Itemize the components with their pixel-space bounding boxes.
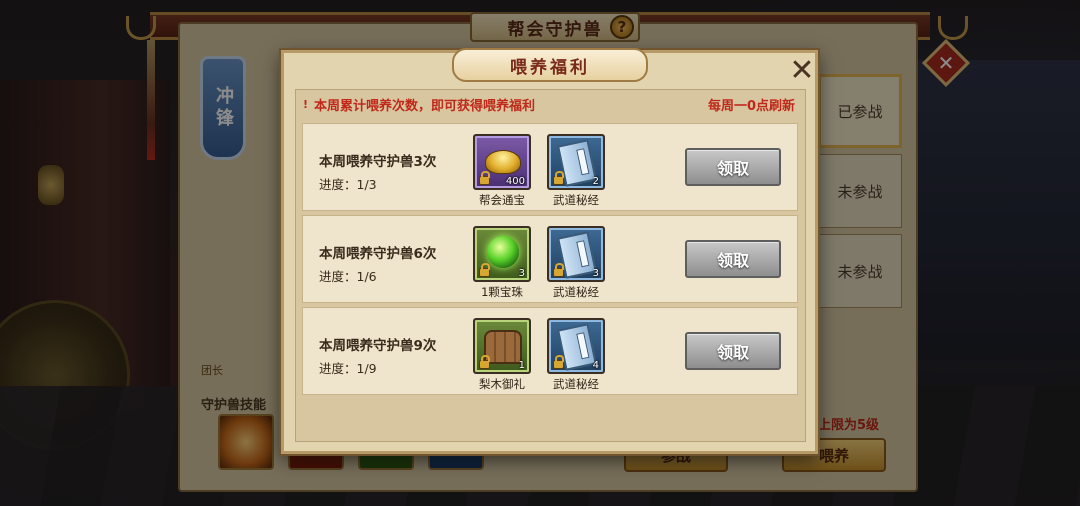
item-count: 3 — [592, 268, 599, 279]
item-count: 2 — [592, 176, 599, 187]
lock-icon — [479, 263, 490, 277]
lock-icon — [479, 171, 490, 185]
reward-goal: 本周喂养守护兽6次 — [319, 246, 437, 262]
item-name: 武道秘经 — [553, 377, 599, 391]
warning-icon: ! — [303, 98, 309, 111]
gold-ingot-art — [485, 150, 521, 174]
claim-button[interactable]: 领取 — [685, 240, 781, 278]
gold-ingot-icon[interactable]: 400 — [473, 134, 531, 190]
reward-row: 本周喂养守护兽3次 进度：1/3 400 帮会通宝 2 武道秘经 领取 — [302, 123, 798, 211]
item-count: 3 — [518, 268, 525, 279]
item-count: 4 — [592, 360, 599, 371]
reward-goal: 本周喂养守护兽9次 — [319, 338, 437, 354]
lock-icon — [479, 355, 490, 369]
close-icon[interactable]: ✕ — [786, 53, 818, 88]
item-name: 武道秘经 — [553, 285, 599, 299]
lock-icon — [553, 171, 564, 185]
reward-progress: 进度：1/6 — [319, 269, 377, 284]
claim-button[interactable]: 领取 — [685, 332, 781, 370]
scripture-book-icon[interactable]: 2 — [547, 134, 605, 190]
item-count: 400 — [505, 176, 525, 187]
reward-progress: 进度：1/9 — [319, 361, 377, 376]
item-name: 帮会通宝 — [479, 193, 525, 207]
scripture-book-icon[interactable]: 4 — [547, 318, 605, 374]
item-count: 1 — [518, 360, 525, 371]
lock-icon — [553, 263, 564, 277]
reward-item[interactable]: 1 梨木御礼 — [473, 318, 531, 392]
item-name: 1颗宝珠 — [481, 285, 523, 299]
notice-text: 本周累计喂养次数，即可获得喂养福利 — [314, 99, 536, 114]
dialog-title: 喂养福利 — [452, 48, 648, 82]
reward-item[interactable]: 2 武道秘经 — [547, 134, 605, 208]
refresh-time: 每周一0点刷新 — [708, 99, 796, 114]
lock-icon — [553, 355, 564, 369]
reward-row: 本周喂养守护兽6次 进度：1/6 3 1颗宝珠 3 武道秘经 领取 — [302, 215, 798, 303]
jade-orb-icon[interactable]: 3 — [473, 226, 531, 282]
reward-goal: 本周喂养守护兽3次 — [319, 154, 437, 170]
reward-progress: 进度：1/3 — [319, 177, 377, 192]
claim-button[interactable]: 领取 — [685, 148, 781, 186]
orb-art — [487, 236, 519, 268]
item-name: 梨木御礼 — [479, 377, 525, 391]
wooden-chest-icon[interactable]: 1 — [473, 318, 531, 374]
reward-item[interactable]: 400 帮会通宝 — [473, 134, 531, 208]
reward-item[interactable]: 4 武道秘经 — [547, 318, 605, 392]
reward-item[interactable]: 3 武道秘经 — [547, 226, 605, 300]
item-name: 武道秘经 — [553, 193, 599, 207]
feeding-notice: ! 本周累计喂养次数，即可获得喂养福利 — [303, 95, 535, 114]
reward-row: 本周喂养守护兽9次 进度：1/9 1 梨木御礼 4 武道秘经 领取 — [302, 307, 798, 395]
scripture-book-icon[interactable]: 3 — [547, 226, 605, 282]
reward-item[interactable]: 3 1颗宝珠 — [473, 226, 531, 300]
